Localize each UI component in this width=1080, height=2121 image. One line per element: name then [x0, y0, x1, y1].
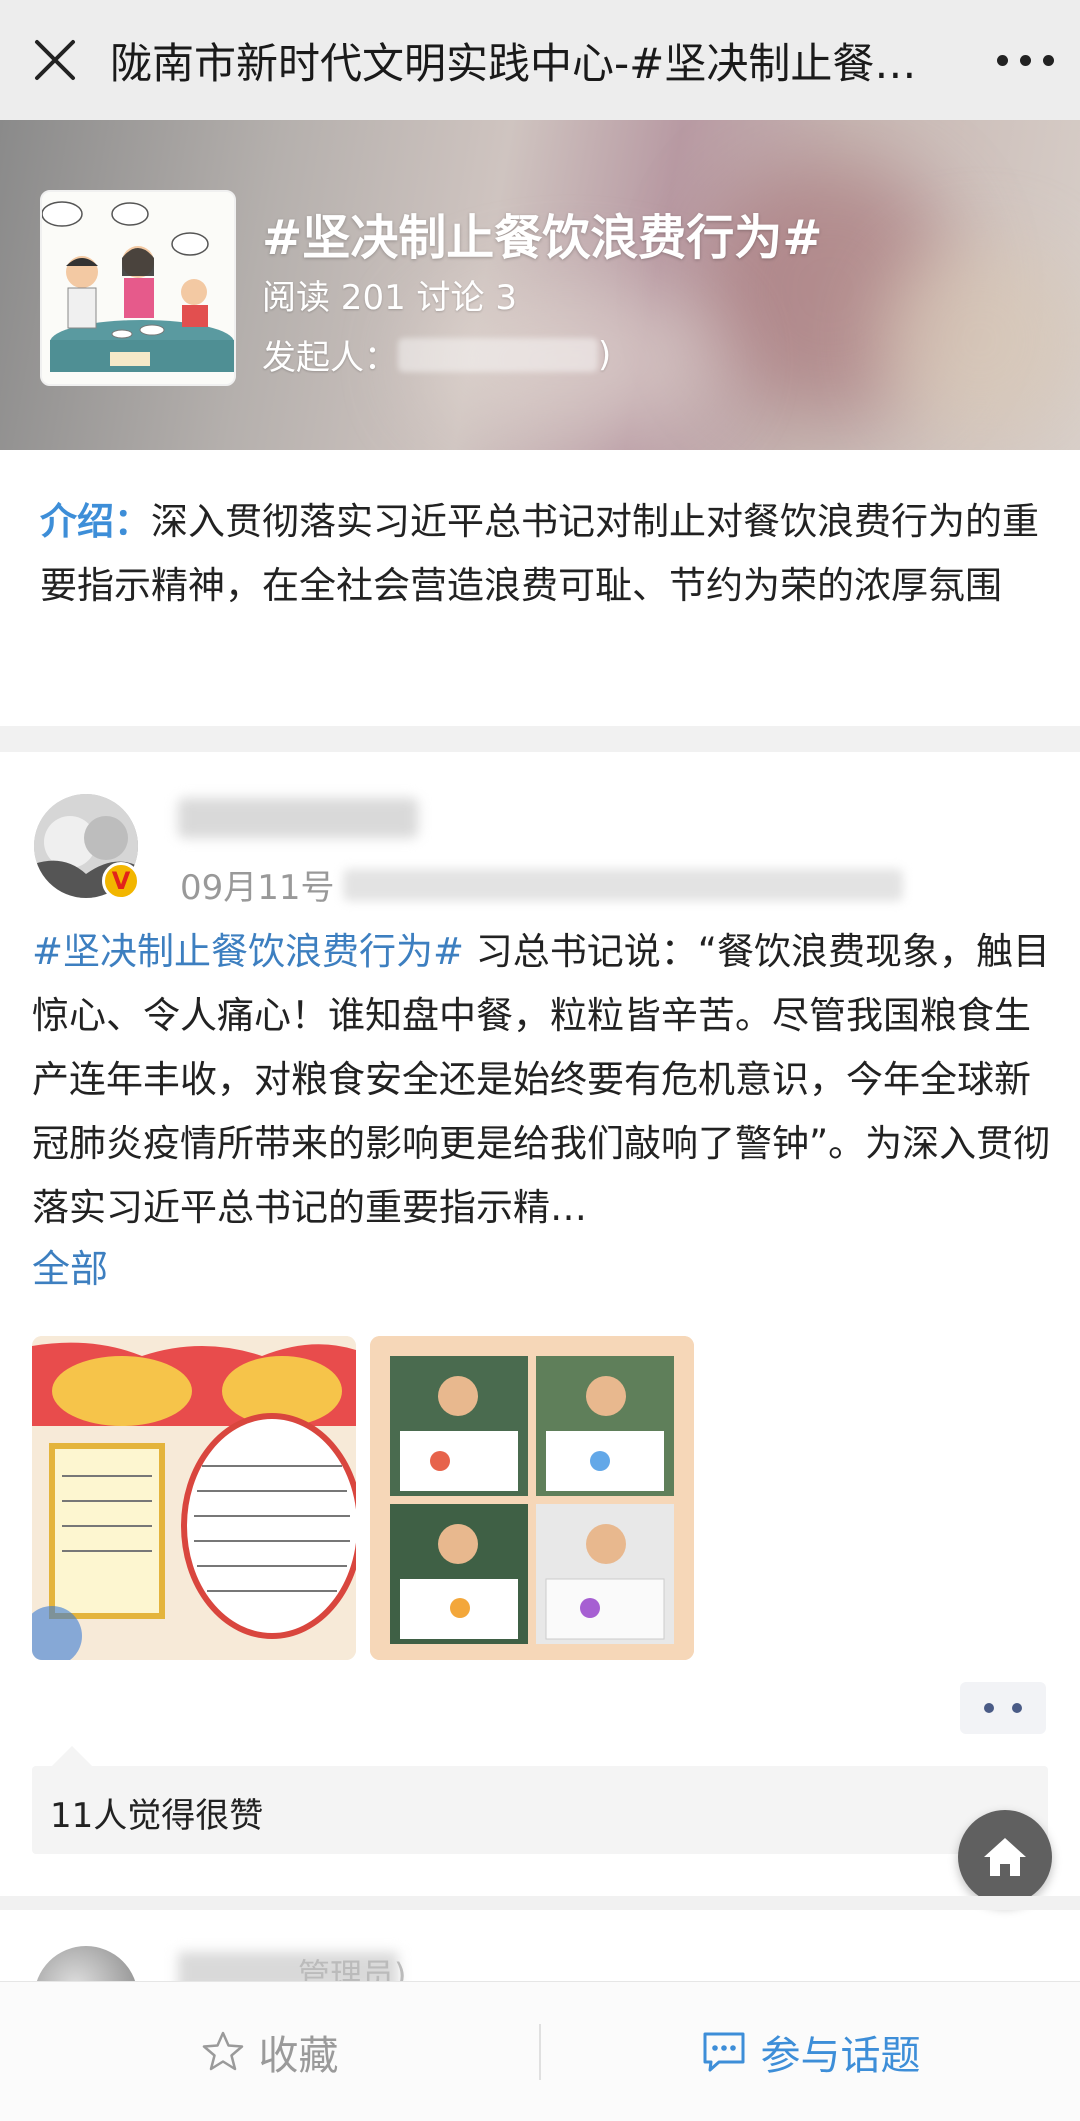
- post-image-2[interactable]: [370, 1336, 694, 1660]
- more-dots-icon: [996, 54, 1008, 66]
- verified-badge-icon: V: [102, 862, 140, 900]
- likes-count: 11人觉得很赞: [50, 1796, 264, 1836]
- topic-title: #坚决制止餐饮浪费行为#: [262, 210, 823, 266]
- topic-banner: #坚决制止餐饮浪费行为# 阅读 201 讨论 3 发起人： ): [0, 120, 1080, 450]
- post-meta: 09月11号: [180, 860, 903, 909]
- star-icon: [201, 2030, 245, 2074]
- post-content: #坚决制止餐饮浪费行为# 习总书记说：“餐饮浪费现象，触目惊心、令人痛心！谁知盘…: [32, 920, 1052, 1240]
- initiator-label: 发起人：: [262, 338, 398, 378]
- author-name-redacted: [178, 798, 418, 838]
- bottom-action-bar: 收藏 参与话题: [0, 1981, 1080, 2121]
- post-source-redacted: [342, 868, 903, 901]
- intro-text: 深入贯彻落实习近平总书记对制止对餐饮浪费行为的重要指示精神，在全社会营造浪费可耻…: [40, 500, 1039, 607]
- initiator-name-redacted: [398, 337, 598, 372]
- favorite-button[interactable]: 收藏: [0, 1982, 539, 2121]
- topic-initiator: 发起人： ): [262, 330, 611, 379]
- like-box-arrow: [52, 1746, 92, 1766]
- initiator-suffix: ): [598, 334, 612, 375]
- close-icon: [35, 40, 75, 80]
- page-title: 陇南市新时代文明实践中心-#坚决制止餐饮浪费行为#: [110, 38, 970, 88]
- close-button[interactable]: [0, 0, 110, 120]
- home-icon: [984, 1838, 1026, 1876]
- more-options-button[interactable]: [970, 0, 1080, 120]
- topic-stats: 阅读 201 讨论 3: [262, 278, 517, 318]
- post-hashtag[interactable]: #坚决制止餐饮浪费行为#: [32, 930, 464, 973]
- favorite-label: 收藏: [258, 2032, 339, 2079]
- post-image-1[interactable]: [32, 1336, 356, 1660]
- topic-introduction: 介绍：深入贯彻落实习近平总书记对制止对餐饮浪费行为的重要指示精神，在全社会营造浪…: [40, 490, 1040, 618]
- expand-full-link[interactable]: 全部: [32, 1238, 108, 1293]
- topic-cover-image: [40, 190, 236, 386]
- top-bar: 陇南市新时代文明实践中心-#坚决制止餐饮浪费行为#: [0, 0, 1080, 120]
- post-date: 09月11号: [180, 868, 335, 908]
- post-text: 习总书记说：“餐饮浪费现象，触目惊心、令人痛心！谁知盘中餐，粒粒皆辛苦。尽管我国…: [32, 930, 1051, 1229]
- comment-icon: [701, 2030, 747, 2074]
- post-more-options-button[interactable]: [960, 1682, 1046, 1734]
- section-divider: [0, 726, 1080, 752]
- join-topic-button[interactable]: 参与话题: [541, 1982, 1080, 2121]
- intro-label: 介绍：: [40, 500, 151, 543]
- section-divider: [0, 1896, 1080, 1910]
- home-button[interactable]: [958, 1810, 1052, 1904]
- join-topic-label: 参与话题: [760, 2032, 921, 2079]
